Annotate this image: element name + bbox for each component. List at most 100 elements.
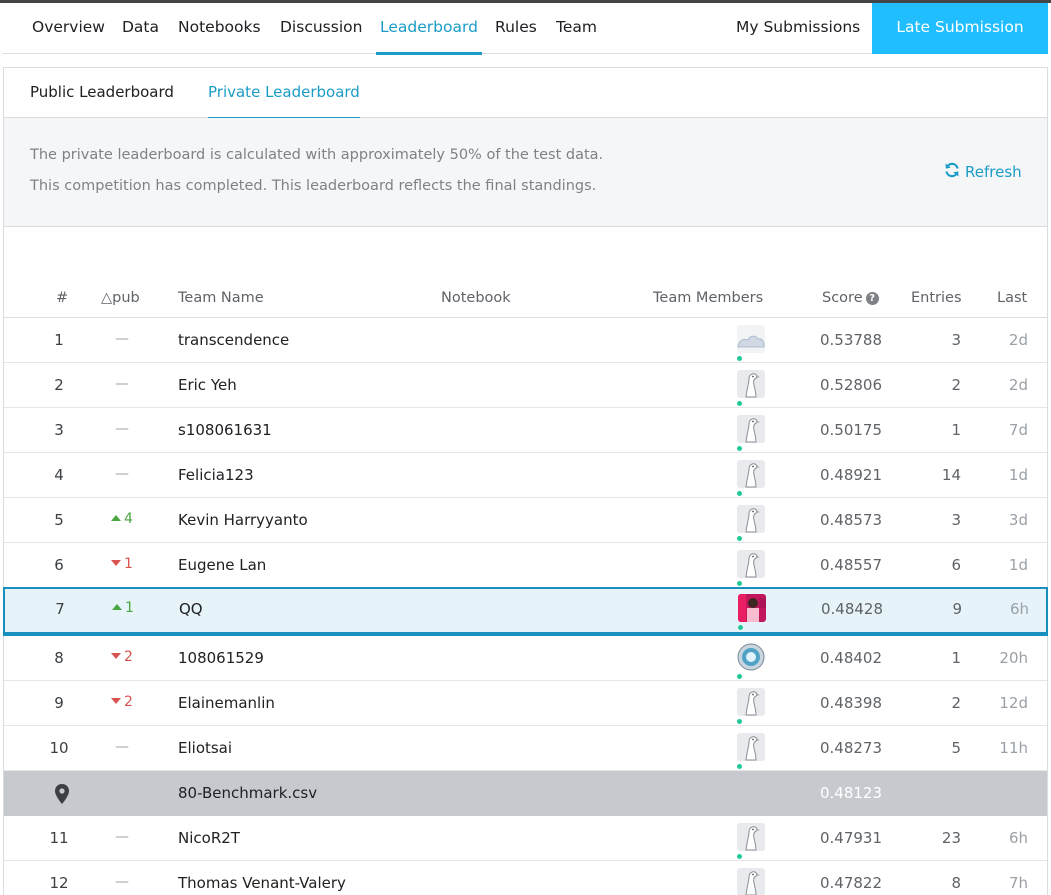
table-row[interactable]: 4 — 14 1d Felicia123 0.48921 — [4, 453, 1047, 498]
table-row[interactable]: 2 — 2 2d Eric Yeh 0.52806 — [4, 363, 1047, 408]
late-submission-button[interactable]: Late Submission — [872, 3, 1048, 54]
header-score[interactable]: Score? — [822, 290, 879, 306]
online-status-dot — [737, 719, 742, 724]
team-name-link[interactable]: Felicia123 — [178, 466, 254, 484]
online-status-dot — [737, 674, 742, 679]
online-status-dot — [737, 536, 742, 541]
tab-team[interactable]: Team — [556, 3, 597, 54]
last-cell: 7h — [1008, 874, 1028, 892]
header-last[interactable]: Last — [997, 290, 1027, 306]
team-name-link[interactable]: s108061631 — [178, 421, 272, 439]
delta-value: — — [115, 421, 129, 437]
header-entries[interactable]: Entries — [911, 290, 962, 306]
avatar[interactable] — [737, 325, 765, 353]
team-name-link[interactable]: Kevin Harryyanto — [178, 511, 308, 529]
tab-rules[interactable]: Rules — [495, 3, 537, 54]
team-name-link[interactable]: Elainemanlin — [178, 694, 275, 712]
online-status-dot — [737, 401, 742, 406]
avatar[interactable] — [737, 370, 765, 398]
entries-cell: 1 — [951, 649, 961, 667]
tab-notebooks[interactable]: Notebooks — [178, 3, 261, 54]
table-row[interactable]: 9 2 2 12d Elainemanlin 0.48398 — [4, 681, 1047, 726]
table-row[interactable]: 5 4 3 3d Kevin Harryyanto 0.48573 — [4, 498, 1047, 543]
last-cell: 3d — [1008, 511, 1028, 529]
avatar[interactable] — [737, 733, 765, 761]
entries-cell: 14 — [941, 466, 961, 484]
rank-cell: 3 — [54, 421, 64, 439]
online-status-dot — [737, 356, 742, 361]
tab-data[interactable]: Data — [122, 3, 159, 54]
header-rank[interactable]: # — [56, 290, 68, 306]
last-cell: 1d — [1008, 556, 1028, 574]
delta-cell: — — [102, 874, 142, 890]
delta-value: 2 — [124, 694, 133, 710]
avatar[interactable] — [737, 550, 765, 578]
entries-cell: 2 — [951, 376, 961, 394]
delta-value: — — [115, 466, 129, 482]
table-row[interactable]: 8 2 1 20h 108061529 0.48402 — [4, 636, 1047, 681]
online-status-dot — [737, 854, 742, 859]
refresh-button[interactable]: Refresh — [944, 162, 1022, 182]
team-name-link[interactable]: NicoR2T — [178, 829, 240, 847]
table-row[interactable]: 7 1 9 6h QQ 0.48428 — [3, 587, 1048, 636]
avatar[interactable] — [738, 594, 766, 622]
table-row[interactable]: 3 — 1 7d s108061631 0.50175 — [4, 408, 1047, 453]
rank-down-icon — [111, 653, 122, 659]
delta-value: — — [115, 829, 129, 845]
table-row[interactable]: 12 — 8 7h Thomas Venant-Valery 0.47822 — [4, 861, 1047, 895]
entries-cell: 5 — [951, 739, 961, 757]
help-icon[interactable]: ? — [865, 292, 879, 305]
rank-down-icon — [111, 698, 122, 704]
score-cell: 0.48428 — [820, 600, 883, 618]
avatar[interactable] — [737, 643, 765, 671]
last-cell: 20h — [999, 649, 1028, 667]
table-row[interactable]: 10 — 5 11h Eliotsai 0.48273 — [4, 726, 1047, 771]
score-cell: 0.52806 — [819, 376, 882, 394]
table-row[interactable]: 6 1 6 1d Eugene Lan 0.48557 — [4, 543, 1047, 588]
tab-public-leaderboard[interactable]: Public Leaderboard — [30, 68, 174, 118]
leaderboard-tabs: Public Leaderboard Private Leaderboard — [4, 68, 1047, 119]
header-team-name[interactable]: Team Name — [178, 290, 264, 306]
delta-cell: — — [102, 376, 142, 392]
entries-cell: 3 — [951, 331, 961, 349]
table-header: # △pub Team Name Notebook Team Members S… — [4, 282, 1047, 318]
delta-value: 2 — [124, 649, 133, 665]
last-cell: 2d — [1008, 376, 1028, 394]
team-name-link[interactable]: Eric Yeh — [178, 376, 237, 394]
header-notebook: Notebook — [441, 290, 511, 306]
leaderboard-info-box: The private leaderboard is calculated wi… — [4, 118, 1047, 227]
my-submissions-link[interactable]: My Submissions — [736, 3, 860, 54]
team-name-link[interactable]: transcendence — [178, 331, 289, 349]
avatar[interactable] — [737, 868, 765, 895]
last-cell: 2d — [1008, 331, 1028, 349]
avatar[interactable] — [737, 688, 765, 716]
table-row[interactable]: 11 — 23 6h NicoR2T 0.47931 — [4, 816, 1047, 861]
team-name-link[interactable]: Eugene Lan — [178, 556, 266, 574]
tab-private-leaderboard[interactable]: Private Leaderboard — [208, 68, 360, 119]
score-cell: 0.48921 — [819, 466, 882, 484]
score-cell: 0.50175 — [819, 421, 882, 439]
last-cell: 11h — [999, 739, 1028, 757]
tab-leaderboard[interactable]: Leaderboard — [376, 3, 482, 55]
team-name-link[interactable]: QQ — [179, 600, 203, 618]
header-delta[interactable]: △pub — [101, 290, 140, 306]
avatar[interactable] — [737, 415, 765, 443]
team-name-link[interactable]: Thomas Venant-Valery — [178, 874, 346, 892]
team-name-link[interactable]: 108061529 — [178, 649, 264, 667]
rank-cell: 7 — [55, 600, 65, 618]
team-name-link[interactable]: Eliotsai — [178, 739, 232, 757]
tab-overview[interactable]: Overview — [32, 3, 105, 54]
delta-value: 1 — [125, 600, 134, 616]
rank-cell: 9 — [54, 694, 64, 712]
avatar[interactable] — [737, 505, 765, 533]
table-row[interactable]: 1 — 3 2d transcendence 0.53788 — [4, 318, 1047, 363]
last-cell: 1d — [1008, 466, 1028, 484]
avatar[interactable] — [737, 460, 765, 488]
entries-cell: 23 — [941, 829, 961, 847]
benchmark-row[interactable]: 80-Benchmark.csv 0.48123 — [4, 771, 1047, 816]
last-cell: 6h — [1009, 600, 1029, 618]
tab-discussion[interactable]: Discussion — [280, 3, 362, 54]
rank-cell: 1 — [54, 331, 64, 349]
rank-up-icon — [112, 604, 123, 610]
avatar[interactable] — [737, 823, 765, 851]
